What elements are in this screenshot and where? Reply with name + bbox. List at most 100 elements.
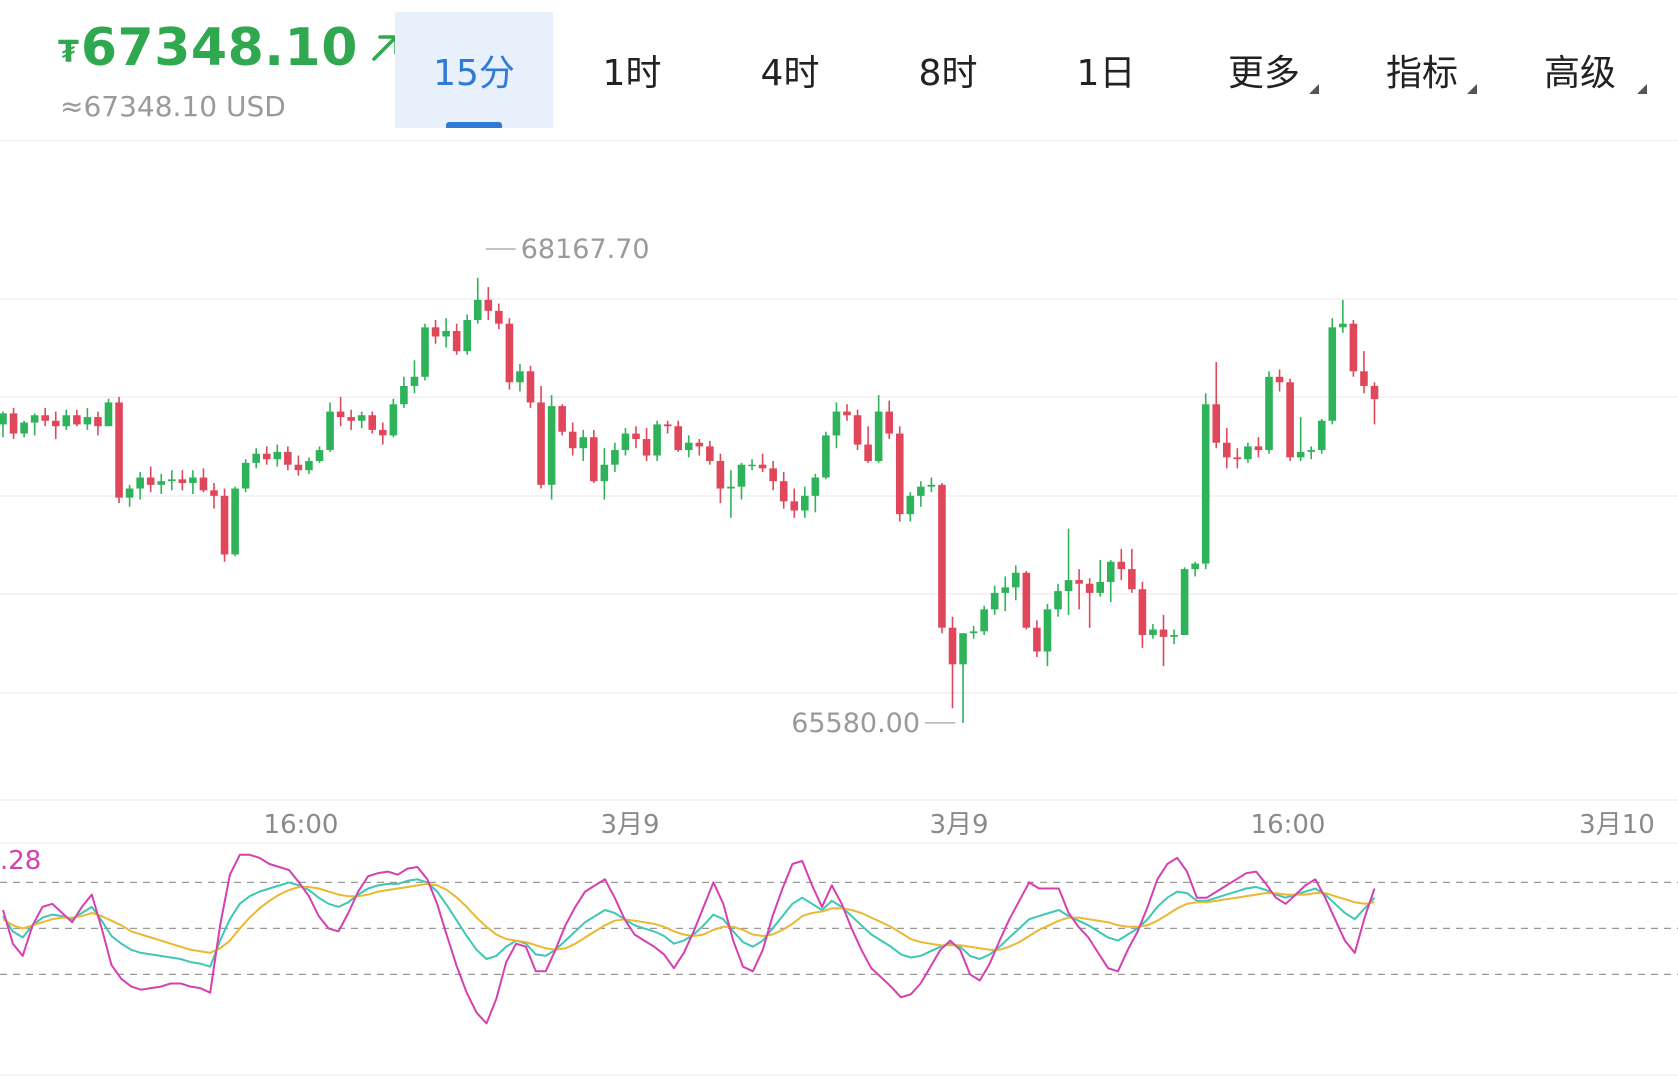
candle-body [1296, 451, 1305, 458]
candle-body [568, 431, 577, 449]
candle [1159, 614, 1168, 667]
candle [642, 428, 651, 462]
candle-body [843, 411, 851, 416]
candle [621, 428, 630, 456]
candle [927, 477, 936, 493]
candle-body [62, 415, 71, 427]
candle [1296, 417, 1305, 462]
candle [822, 431, 830, 480]
candle-body [695, 442, 704, 447]
candle-body [442, 330, 450, 337]
candle [1244, 442, 1252, 463]
candle-body [1170, 635, 1178, 637]
candle-body [1159, 629, 1168, 637]
candle-body [653, 424, 661, 456]
candle [1212, 362, 1221, 449]
candle-body [769, 468, 777, 482]
price-chart[interactable]: 68167.70 65580.00 16:00 3月9 3月9 16:00 3月10 .… [0, 0, 1678, 1080]
candle-body [73, 415, 81, 425]
candle-body [684, 442, 693, 451]
candle [1370, 382, 1379, 425]
candle-body [410, 376, 419, 386]
candle-body [168, 479, 176, 482]
candle [294, 455, 303, 476]
candle [421, 323, 429, 381]
candle-body [1085, 583, 1094, 593]
candle-body [252, 453, 260, 463]
x-tick-label: 3月9 [600, 810, 659, 840]
candle-body [368, 415, 377, 430]
candle [1191, 561, 1199, 577]
candle-body [104, 402, 113, 427]
candlestick-series [0, 277, 1379, 723]
candle [241, 459, 250, 493]
candle-body [347, 417, 355, 421]
candle [1201, 393, 1210, 570]
candle [748, 459, 756, 471]
candle-body [83, 417, 92, 425]
candle-body [146, 477, 155, 485]
candle [779, 472, 788, 509]
min-price-label: 65580.00 [791, 708, 920, 739]
candle [632, 426, 640, 449]
candle-body [1106, 561, 1115, 582]
candle [379, 422, 387, 445]
candle [1075, 569, 1083, 610]
candle [305, 457, 313, 474]
candle [1254, 437, 1263, 458]
candle [357, 411, 366, 429]
candle [104, 398, 113, 427]
candle [431, 320, 440, 344]
candle-body [1307, 450, 1315, 452]
candle-body [1001, 587, 1010, 593]
candle [94, 411, 102, 436]
candle-body [801, 495, 809, 511]
candle [938, 483, 946, 634]
candle-body [125, 488, 134, 498]
candle [1170, 629, 1178, 645]
candle [727, 470, 735, 518]
candle [537, 385, 545, 489]
candle-body [632, 433, 640, 440]
candle-body [452, 330, 461, 352]
candle-body [41, 415, 49, 421]
candle-body [336, 411, 345, 418]
candle [695, 439, 704, 456]
candle [758, 453, 767, 473]
candle [83, 407, 92, 430]
candle [600, 448, 609, 500]
candle-body [822, 435, 830, 478]
candle [125, 484, 134, 507]
candle [969, 625, 978, 639]
candle-body [590, 437, 598, 482]
candle [832, 402, 841, 449]
candle-body [906, 495, 915, 515]
candle [315, 446, 324, 463]
candle-body [737, 464, 746, 487]
candle-body [421, 327, 429, 377]
candle [917, 481, 925, 507]
candle-body [558, 406, 566, 432]
candle [62, 409, 71, 430]
candle-body [389, 404, 398, 436]
candle-body [927, 484, 936, 487]
kdj-line [2, 853, 1376, 1025]
candle-body [1128, 569, 1136, 590]
candle [0, 411, 7, 438]
candle-body [305, 461, 313, 471]
candle-body [1191, 563, 1199, 570]
candle [30, 413, 39, 436]
candle [389, 398, 398, 438]
candle [199, 468, 208, 493]
candle [906, 492, 915, 522]
candle [178, 470, 187, 491]
candle-body [874, 411, 883, 462]
candle [1286, 378, 1294, 462]
candle-body [20, 422, 28, 434]
candle-body [9, 413, 18, 434]
candle-body [969, 631, 978, 634]
candle [674, 420, 682, 452]
kdj-series [2, 853, 1376, 1025]
candle-body [716, 461, 725, 489]
candle-body [178, 479, 187, 484]
